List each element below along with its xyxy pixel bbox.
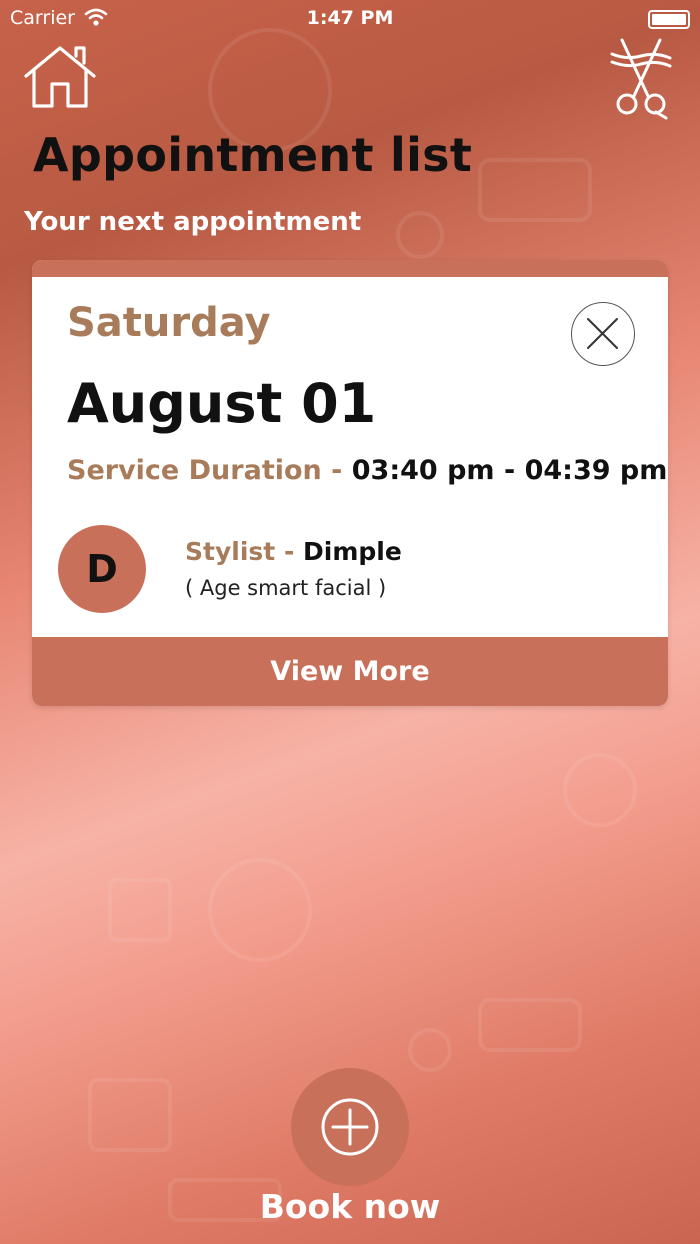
scissors-icon[interactable]: [610, 38, 672, 120]
close-icon: [587, 318, 618, 349]
next-appointment-label: Your next appointment: [24, 207, 362, 237]
cancel-appointment-button[interactable]: [571, 302, 635, 366]
page-title: Appointment list: [33, 128, 473, 182]
home-icon[interactable]: [22, 44, 98, 110]
service-duration: Service Duration - 03:40 pm - 04:39 pm: [67, 455, 667, 486]
duration-label: Service Duration: [67, 455, 322, 486]
stylist-info: Stylist - Dimple: [185, 537, 402, 566]
duration-separator: -: [321, 455, 352, 486]
book-now-label[interactable]: Book now: [0, 1187, 700, 1226]
service-name: ( Age smart facial ): [185, 576, 387, 600]
status-bar: Carrier 1:47 PM: [0, 0, 700, 36]
book-now-button[interactable]: [291, 1068, 409, 1186]
view-more-button[interactable]: View More: [32, 637, 668, 706]
stylist-label: Stylist: [185, 537, 276, 566]
appointment-day: Saturday: [67, 300, 271, 346]
duration-value: 03:40 pm - 04:39 pm: [351, 455, 668, 486]
stylist-avatar: D: [58, 525, 146, 613]
battery-icon: [648, 10, 690, 29]
plus-circle-icon: [321, 1098, 379, 1156]
card-top-bar: [32, 260, 668, 277]
stylist-separator: -: [275, 537, 304, 566]
appointment-date: August 01: [67, 372, 377, 435]
appointment-card: Saturday August 01 Service Duration - 03…: [32, 260, 668, 706]
clock-time: 1:47 PM: [306, 7, 394, 29]
stylist-name: Dimple: [303, 537, 402, 566]
